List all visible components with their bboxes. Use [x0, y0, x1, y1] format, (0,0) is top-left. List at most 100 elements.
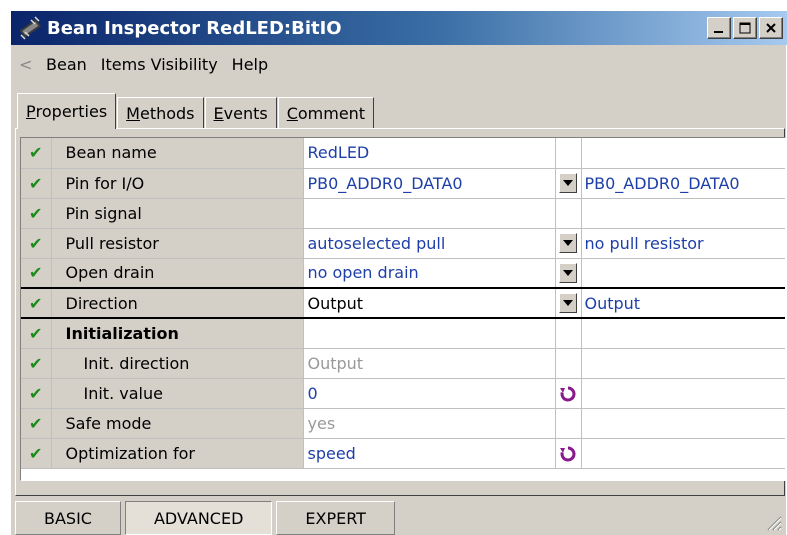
property-value[interactable]: 0 [303, 378, 556, 409]
property-value[interactable]: autoselected pull [303, 228, 556, 259]
tab-methods[interactable]: Methods [117, 97, 204, 129]
property-value[interactable]: speed [303, 438, 556, 469]
property-row-init-value[interactable]: ✔ Init. value 0 [21, 378, 785, 409]
dropdown-arrow-icon [563, 240, 573, 247]
level-expert-button[interactable]: EXPERT [276, 501, 395, 535]
dropdown-arrow-icon [563, 180, 573, 187]
properties-panel: ✔ Bean name RedLED ✔ Pin for I/O PB0_ADD… [15, 128, 786, 496]
property-original-value [581, 378, 785, 409]
property-value[interactable] [303, 198, 556, 229]
property-action-cell [555, 168, 582, 199]
property-name: Optimization for [51, 438, 304, 469]
property-value: yes [303, 408, 556, 439]
property-original-value [581, 408, 785, 439]
check-icon: ✔ [21, 228, 52, 259]
maximize-button[interactable] [733, 17, 757, 39]
menu-item-items-visibility[interactable]: Items Visibility [94, 55, 225, 74]
check-icon: ✔ [21, 168, 52, 199]
property-action-cell [555, 318, 582, 349]
property-original-value [581, 348, 785, 379]
property-name: Direction [51, 287, 304, 319]
level-advanced-button[interactable]: ADVANCED [124, 501, 273, 535]
tab-properties[interactable]: Properties [17, 93, 117, 129]
property-original-value [581, 138, 785, 169]
property-name: Init. direction [51, 348, 304, 379]
property-name: Init. value [51, 378, 304, 409]
title-bar[interactable]: Bean Inspector RedLED:BitIO [11, 11, 787, 45]
check-icon: ✔ [21, 318, 52, 349]
property-original-value: PB0_ADDR0_DATA0 [581, 168, 785, 199]
property-row-bean-name[interactable]: ✔ Bean name RedLED [21, 138, 785, 169]
property-name: Pin signal [51, 198, 304, 229]
property-name: Open drain [51, 258, 304, 289]
property-action-cell [555, 378, 582, 409]
tab-events-label: vents [223, 104, 268, 123]
minimize-icon [714, 31, 723, 33]
property-row-pin-for-io[interactable]: ✔ Pin for I/O PB0_ADDR0_DATA0 PB0_ADDR0_… [21, 168, 785, 199]
property-group-name: Initialization [51, 318, 304, 349]
tab-properties-mnemonic: P [26, 102, 36, 121]
tab-events-mnemonic: E [213, 104, 224, 123]
level-basic-button[interactable]: BASIC [15, 501, 121, 535]
property-row-init-direction[interactable]: ✔ Init. direction Output [21, 348, 785, 379]
check-icon: ✔ [21, 348, 52, 379]
close-icon [766, 23, 776, 33]
property-value[interactable]: no open drain [303, 258, 556, 289]
property-original-value [581, 198, 785, 229]
tab-strip: Properties Methods Events Comment [17, 93, 375, 129]
check-icon: ✔ [21, 438, 52, 469]
property-original-value [581, 318, 785, 349]
property-row-pull-resistor[interactable]: ✔ Pull resistor autoselected pull no pul… [21, 228, 785, 259]
property-action-cell [555, 258, 582, 289]
property-grid: ✔ Bean name RedLED ✔ Pin for I/O PB0_ADD… [20, 137, 786, 481]
property-action-cell [555, 287, 582, 319]
dropdown-button[interactable] [559, 293, 577, 314]
minimize-button[interactable] [707, 17, 731, 39]
property-action-cell [555, 198, 582, 229]
property-row-optimization-for[interactable]: ✔ Optimization for speed [21, 438, 785, 469]
tab-comment-label: omment [297, 104, 366, 123]
dropdown-button[interactable] [559, 173, 577, 194]
menu-item-help[interactable]: Help [225, 55, 275, 74]
property-row-pin-signal[interactable]: ✔ Pin signal [21, 198, 785, 229]
property-action-cell [555, 438, 582, 469]
level-bar: BASIC ADVANCED EXPERT [15, 501, 399, 535]
dropdown-button[interactable] [559, 263, 577, 283]
property-original-value [581, 438, 785, 469]
resize-grip-icon[interactable] [764, 513, 782, 531]
menu-back-arrow-icon[interactable]: < [19, 55, 39, 74]
maximize-icon [739, 22, 751, 34]
property-value: Output [303, 348, 556, 379]
check-icon: ✔ [21, 408, 52, 439]
property-value[interactable]: PB0_ADDR0_DATA0 [303, 168, 556, 199]
tab-methods-mnemonic: M [126, 104, 140, 123]
property-name: Pin for I/O [51, 168, 304, 199]
property-row-safe-mode[interactable]: ✔ Safe mode yes [21, 408, 785, 439]
bean-inspector-window: Bean Inspector RedLED:BitIO < Bean Items… [10, 10, 787, 535]
check-icon: ✔ [21, 138, 52, 169]
property-action-cell [555, 408, 582, 439]
reset-icon[interactable] [559, 385, 577, 403]
close-button[interactable] [759, 17, 783, 39]
property-value[interactable]: Output [303, 287, 556, 319]
property-value[interactable]: RedLED [303, 138, 556, 169]
tab-comment-mnemonic: C [286, 104, 298, 123]
property-row-initialization[interactable]: ✔ Initialization [21, 318, 785, 349]
tab-events[interactable]: Events [204, 97, 277, 129]
dropdown-button[interactable] [559, 233, 577, 254]
property-value [303, 318, 556, 349]
property-original-value: no pull resistor [581, 228, 785, 259]
check-icon: ✔ [21, 198, 52, 229]
property-original-value: Output [581, 287, 785, 319]
property-name: Bean name [51, 138, 304, 169]
property-row-direction[interactable]: ✔ Direction Output Output [21, 287, 785, 319]
tab-comment[interactable]: Comment [277, 97, 375, 129]
menu-item-bean[interactable]: Bean [39, 55, 94, 74]
property-row-open-drain[interactable]: ✔ Open drain no open drain [21, 258, 785, 289]
dropdown-arrow-icon [563, 270, 573, 276]
check-icon: ✔ [21, 287, 52, 319]
bean-app-icon [19, 16, 42, 40]
window-title: Bean Inspector RedLED:BitIO [47, 17, 342, 39]
property-action-cell [555, 228, 582, 259]
reset-icon[interactable] [559, 445, 577, 463]
